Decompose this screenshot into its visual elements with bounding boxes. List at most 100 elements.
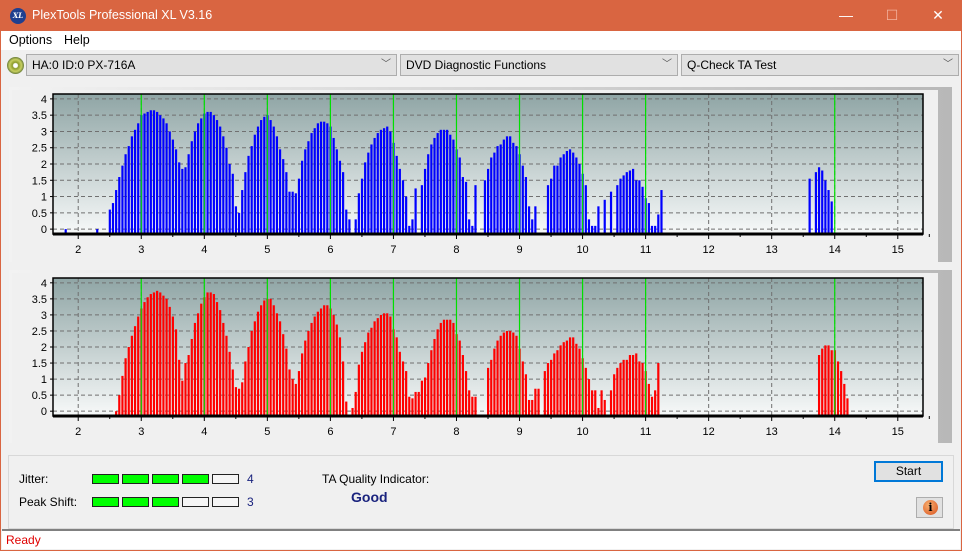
bar — [483, 180, 487, 234]
x-tick-label: 3 — [138, 426, 144, 438]
x-tick-label: 4 — [201, 426, 207, 438]
bar — [285, 172, 288, 234]
meter-segment — [152, 497, 179, 507]
bar — [389, 131, 392, 234]
bar — [209, 292, 212, 416]
function-select[interactable]: DVD Diagnostic Functions ﹀ — [400, 54, 678, 76]
menu-help[interactable]: Help — [64, 33, 90, 47]
menu-options[interactable]: Options — [9, 33, 52, 47]
bar — [575, 157, 578, 234]
bar — [263, 300, 266, 416]
bar — [269, 120, 272, 234]
bar — [452, 139, 455, 234]
y-tick-label: 1.5 — [32, 358, 47, 370]
bar — [638, 180, 641, 234]
minimize-button[interactable]: — — [823, 0, 869, 31]
bar — [237, 388, 241, 416]
info-button[interactable]: i — [916, 497, 943, 518]
bar — [512, 142, 515, 234]
bar — [657, 214, 660, 234]
x-tick-label: 11 — [640, 426, 651, 438]
bar — [556, 350, 559, 416]
bar — [342, 172, 345, 234]
maximize-button[interactable]: ☐ — [869, 0, 915, 31]
bar — [487, 168, 490, 234]
bar — [234, 387, 238, 416]
bar — [367, 152, 370, 234]
bar — [373, 137, 376, 234]
bar — [332, 314, 335, 416]
bar — [278, 321, 282, 416]
bar — [568, 337, 572, 416]
bar — [319, 121, 323, 234]
bar — [304, 340, 307, 416]
bar — [181, 168, 184, 234]
bar — [830, 350, 833, 416]
test-select[interactable]: Q-Check TA Test ﹀ — [681, 54, 959, 76]
bar — [846, 398, 849, 416]
y-tick-label: 3 — [41, 126, 47, 138]
bar — [310, 133, 313, 234]
x-tick-label: 3 — [138, 244, 144, 256]
bar — [260, 120, 263, 234]
x-tick-label: 12 — [703, 244, 715, 256]
bar — [228, 164, 231, 234]
bar — [578, 348, 581, 416]
jitter-chart: 0 0.5 1 1.5 2 2.5 3 3.5 4 2 3 4 5 6 7 8 9 10 11 12 13 14 15 — [12, 90, 938, 262]
bar — [310, 322, 313, 416]
x-tick-label: 4 — [201, 244, 207, 256]
x-tick-label: 9 — [516, 426, 522, 438]
toolbar: HA:0 ID:0 PX-716A ﹀ DVD Diagnostic Funct… — [1, 50, 961, 80]
bar — [524, 177, 528, 234]
y-tick-label: 0.5 — [32, 390, 47, 402]
bar — [414, 188, 417, 234]
bar — [326, 123, 329, 234]
y-tick-label: 2.5 — [32, 326, 47, 338]
bar — [657, 363, 660, 416]
bar — [275, 136, 279, 234]
bar — [348, 219, 351, 234]
bar — [584, 185, 587, 234]
peak-shift-chart: 0 0.5 1 1.5 2 2.5 3 3.5 4 2 3 4 5 6 7 8 9 10 11 12 13 14 15 — [12, 273, 938, 443]
y-tick-label: 2.5 — [32, 143, 47, 155]
function-select-value: DVD Diagnostic Functions — [406, 58, 547, 72]
x-tick-label: 13 — [766, 244, 778, 256]
bar — [345, 209, 348, 234]
bar — [458, 340, 461, 416]
bar — [231, 173, 234, 234]
status-bar: Ready — [2, 529, 960, 549]
bar — [152, 110, 156, 234]
jitter-label: Jitter: — [19, 472, 49, 486]
menu-bar: Options Help — [1, 31, 961, 50]
meter-segment — [92, 497, 119, 507]
bar — [458, 157, 461, 234]
bar — [181, 380, 184, 416]
bar — [253, 321, 256, 416]
bar — [562, 154, 565, 234]
close-button[interactable]: ✕ — [915, 0, 961, 31]
start-button[interactable]: Start — [874, 461, 943, 482]
x-tick-label: 14 — [829, 426, 841, 438]
bar — [291, 379, 294, 416]
x-tick-label: 14 — [829, 244, 841, 256]
bar — [367, 332, 370, 416]
x-tick-label: 10 — [576, 244, 588, 256]
bar — [449, 134, 452, 234]
bar — [215, 302, 219, 416]
bar — [335, 149, 338, 234]
bar — [376, 318, 379, 416]
bar — [609, 390, 613, 416]
bar — [420, 380, 424, 416]
bar — [423, 168, 427, 234]
bar — [288, 369, 291, 416]
drive-select[interactable]: HA:0 ID:0 PX-716A ﹀ — [26, 54, 397, 76]
meter-segment — [122, 474, 149, 484]
bar — [146, 111, 149, 234]
bar — [550, 359, 553, 416]
x-tick-label: 8 — [453, 244, 459, 256]
bar — [323, 121, 326, 234]
bar — [345, 401, 348, 416]
y-tick-label: 1 — [41, 374, 47, 386]
bar — [461, 355, 464, 416]
bar — [250, 146, 253, 234]
